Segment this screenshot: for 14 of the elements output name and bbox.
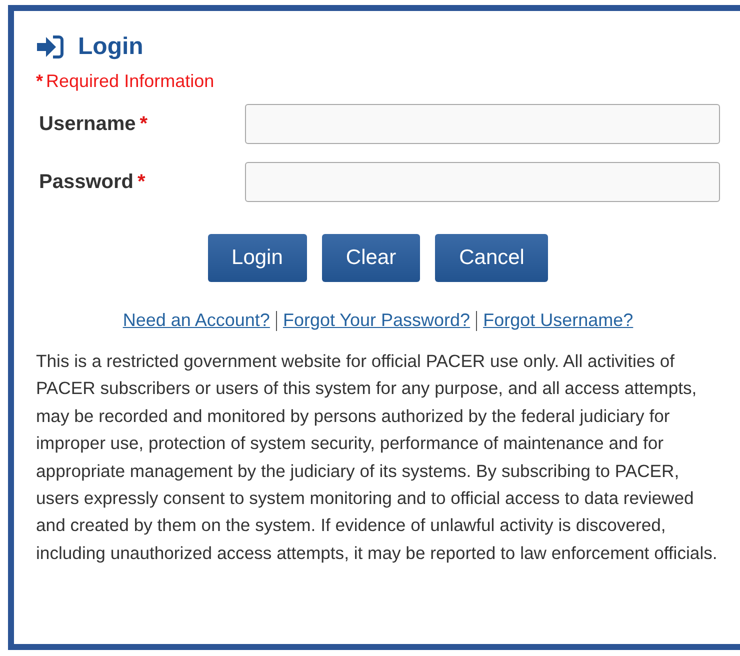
input-field[interactable] — [244, 162, 720, 202]
notice-text: This is a restricted government website for official PACER use only. All activities of PACER subscribers or users of this system for any purpose, and all access attempts, may be recorded and monitored by persons authorized by the federal judiciary for improper use, protection of system security, performance of maintenance and for appropriate management by the judiciary of its systems. By subscribing to PACER, users expressly consent to system monitoring and to official access to data reviewed and created by them on the system. If evidence of unlawful activity is discovered, including unauthorized access attempts, it may be reported to law enforcement officials. — [36, 350, 718, 565]
form-button[interactable]: Cancel — [435, 234, 548, 282]
form-button[interactable]: Login — [208, 234, 307, 282]
login-title: Login — [78, 33, 144, 61]
help-link[interactable]: Forgot Username? — [483, 310, 634, 331]
field-label: Password * — [38, 170, 146, 194]
help-link[interactable]: Forgot Your Password? — [282, 310, 470, 331]
required-note: * Required Information — [36, 71, 216, 92]
form-button[interactable]: Clear — [322, 234, 420, 282]
help-link[interactable]: Need an Account? — [122, 310, 270, 331]
field-label: Username * — [38, 112, 149, 136]
login-icon — [36, 35, 64, 59]
input-field[interactable] — [244, 104, 720, 144]
